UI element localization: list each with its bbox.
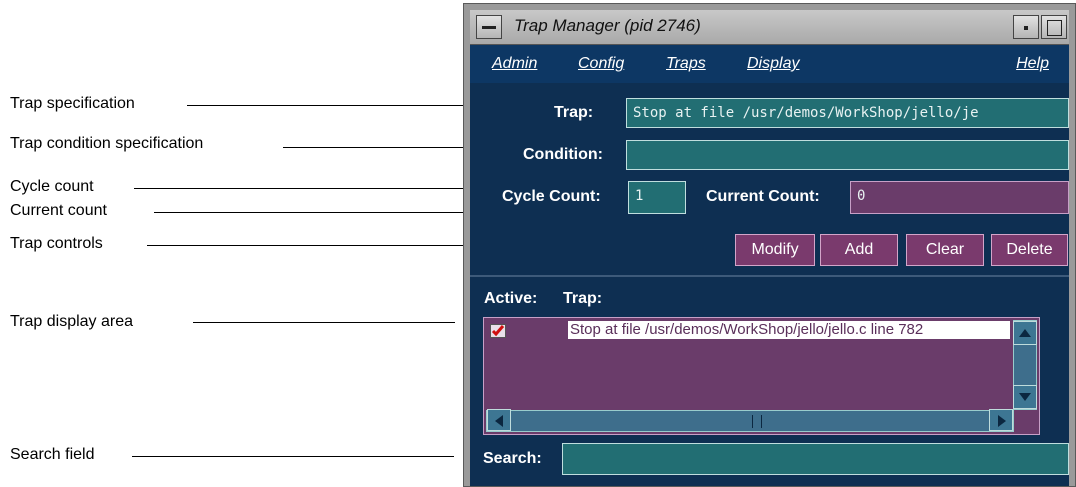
scroll-up-icon[interactable] xyxy=(1013,321,1037,345)
menu-bar: Admin Config Traps Display Help xyxy=(470,45,1069,83)
title-bar[interactable]: Trap Manager (pid 2746) xyxy=(470,10,1069,45)
maximize-icon[interactable] xyxy=(1041,15,1067,39)
horizontal-scrollbar[interactable] xyxy=(486,409,1014,432)
leader-line xyxy=(193,322,455,323)
trap-label: Trap: xyxy=(554,104,594,121)
scroll-left-icon[interactable] xyxy=(487,409,511,431)
checkbox-checked-icon[interactable] xyxy=(490,324,506,338)
current-count-label: Current Count: xyxy=(706,188,820,205)
callout-trap-display: Trap display area xyxy=(10,313,134,330)
callout-cycle-count: Cycle count xyxy=(10,178,94,195)
list-header-active: Active: xyxy=(484,290,538,307)
callout-current-count: Current count xyxy=(10,202,107,219)
window-menu-icon[interactable] xyxy=(476,15,502,39)
cycle-count-label: Cycle Count: xyxy=(502,188,601,205)
menu-traps[interactable]: Traps xyxy=(666,55,706,73)
add-button[interactable]: Add xyxy=(820,234,898,266)
callout-trap-specification: Trap specification xyxy=(10,95,135,112)
clear-button[interactable]: Clear xyxy=(906,234,984,266)
menu-display[interactable]: Display xyxy=(747,55,799,73)
menu-admin[interactable]: Admin xyxy=(492,55,537,73)
search-label: Search: xyxy=(483,450,542,467)
vertical-scrollbar[interactable] xyxy=(1013,320,1037,410)
window-title: Trap Manager (pid 2746) xyxy=(514,16,701,35)
modify-button[interactable]: Modify xyxy=(735,234,815,266)
callout-trap-controls: Trap controls xyxy=(10,235,103,252)
minimize-icon[interactable] xyxy=(1013,15,1039,39)
section-divider xyxy=(470,275,1069,277)
callout-trap-condition: Trap condition specification xyxy=(10,135,204,152)
menu-config[interactable]: Config xyxy=(578,55,624,73)
trap-display-list[interactable]: Stop at file /usr/demos/WorkShop/jello/j… xyxy=(483,317,1040,435)
leader-line xyxy=(132,456,454,457)
trap-manager-window: Trap Manager (pid 2746) Admin Config Tra… xyxy=(463,3,1076,487)
search-input[interactable] xyxy=(562,443,1069,475)
list-header-trap: Trap: xyxy=(563,290,603,307)
scroll-right-icon[interactable] xyxy=(989,409,1013,431)
cycle-count-input[interactable]: 1 xyxy=(628,181,686,214)
window-body: Trap Manager (pid 2746) Admin Config Tra… xyxy=(470,10,1069,486)
scroll-grip-icon xyxy=(752,415,762,428)
condition-input[interactable] xyxy=(626,140,1069,170)
condition-label: Condition: xyxy=(523,146,603,163)
menu-help[interactable]: Help xyxy=(1016,55,1049,73)
trap-list-row[interactable]: Stop at file /usr/demos/WorkShop/jello/j… xyxy=(568,321,1010,339)
callout-search-field: Search field xyxy=(10,446,95,463)
scroll-down-icon[interactable] xyxy=(1013,385,1037,409)
trap-input[interactable]: Stop at file /usr/demos/WorkShop/jello/j… xyxy=(626,98,1069,128)
delete-button[interactable]: Delete xyxy=(991,234,1068,266)
leader-line xyxy=(134,188,499,189)
current-count-field: 0 xyxy=(850,181,1069,214)
